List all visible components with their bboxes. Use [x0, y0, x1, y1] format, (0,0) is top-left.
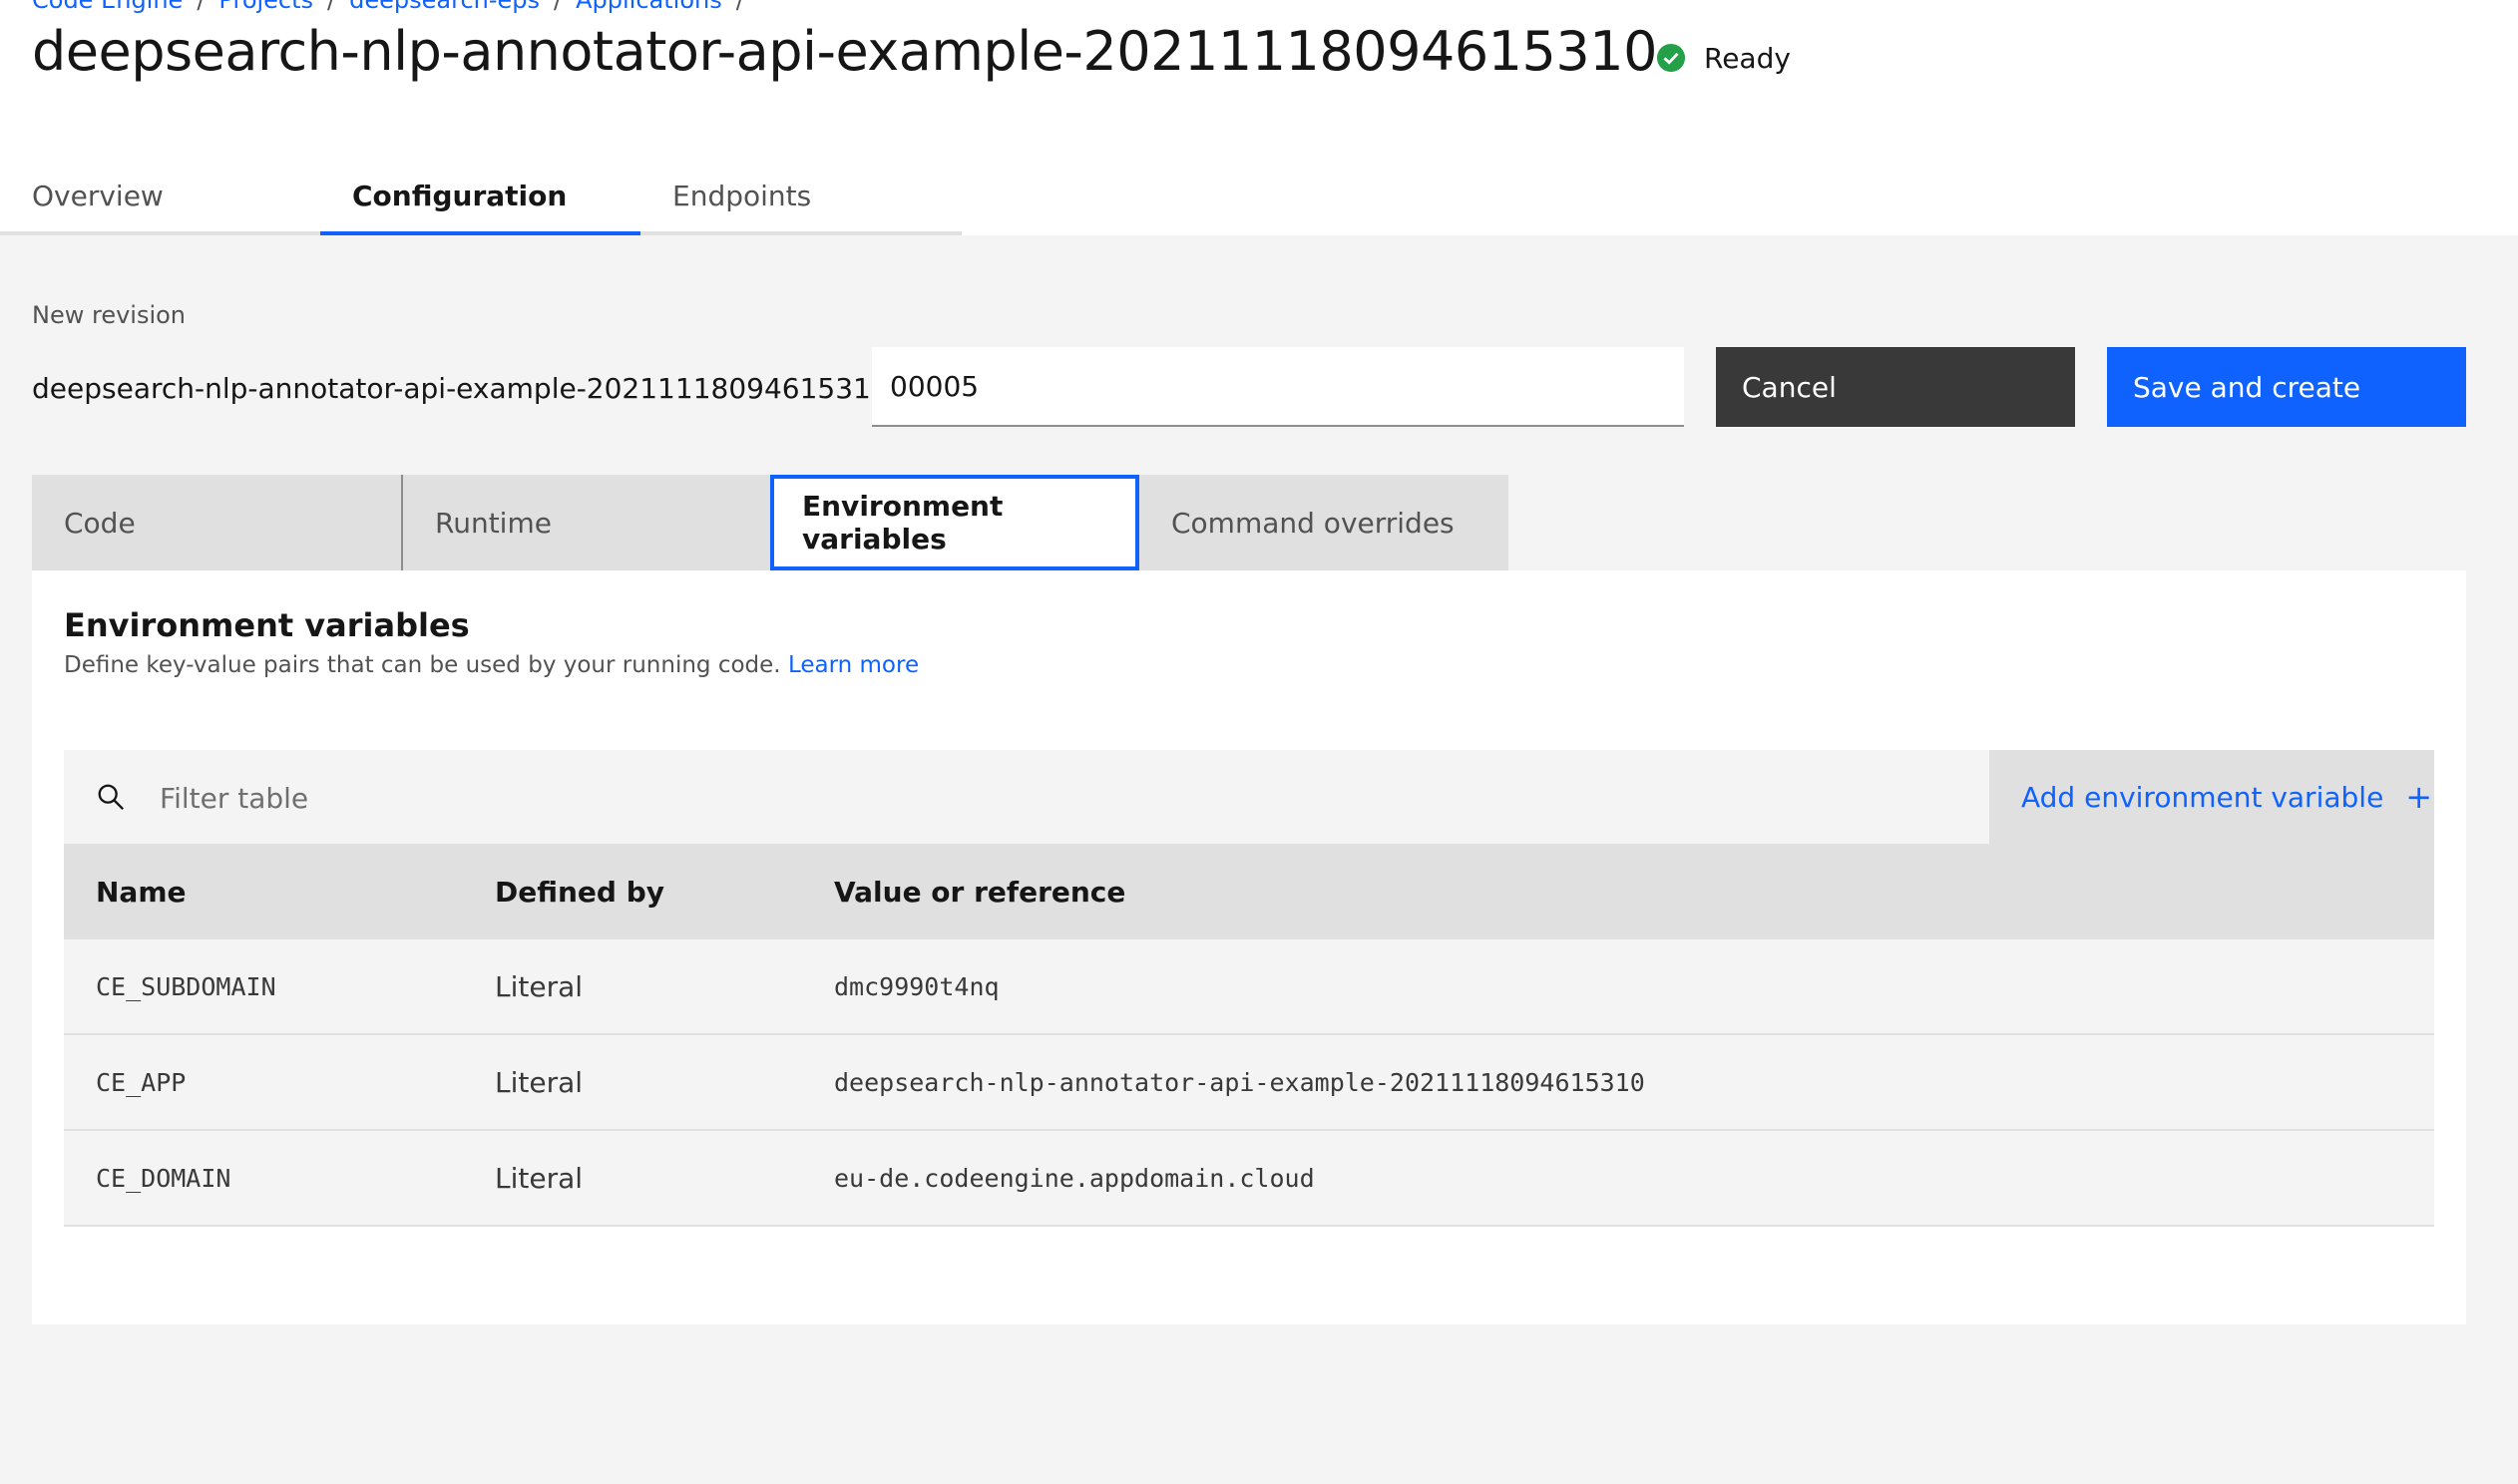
table-row[interactable]: CE_APP Literal deepsearch-nlp-annotator-… [64, 1035, 2434, 1131]
table-header: Name Defined by Value or reference [64, 844, 2434, 939]
subtab-code[interactable]: Code [32, 475, 401, 570]
status-badge: Ready [1656, 38, 1791, 78]
plus-icon: + [2405, 778, 2433, 816]
env-defined-by: Literal [495, 969, 584, 1003]
section-description: Define key-value pairs that can be used … [64, 652, 919, 678]
env-defined-by: Literal [495, 1065, 584, 1099]
env-value: eu-de.codeengine.appdomain.cloud [834, 1163, 1315, 1193]
env-defined-by: Literal [495, 1161, 584, 1195]
learn-more-link[interactable]: Learn more [788, 652, 919, 678]
save-and-create-button[interactable]: Save and create [2107, 347, 2466, 427]
tab-endpoints[interactable]: Endpoints [640, 162, 961, 235]
breadcrumb-separator: / [327, 0, 336, 14]
breadcrumb-code-engine[interactable]: Code Engine [32, 0, 183, 14]
tab-overview[interactable]: Overview [0, 162, 320, 235]
status-label: Ready [1704, 41, 1791, 75]
env-value: deepsearch-nlp-annotator-api-example-202… [834, 1067, 1645, 1097]
environment-variables-panel: Environment variables Define key-value p… [32, 570, 2466, 1324]
filter-table-input[interactable] [124, 750, 2017, 846]
revision-prefix: deepsearch-nlp-annotator-api-example-202… [32, 372, 899, 405]
env-name: CE_DOMAIN [96, 1163, 231, 1193]
env-name: CE_SUBDOMAIN [96, 971, 276, 1001]
description-text: Define key-value pairs that can be used … [64, 652, 781, 678]
app-tabs: Overview Configuration Endpoints [0, 162, 962, 235]
column-header-defined-by[interactable]: Defined by [495, 844, 664, 939]
subtab-environment-variables[interactable]: Environment variables [770, 475, 1139, 570]
page-header: Code Engine / Projects / deepsearch-eps / Appl… [0, 0, 2518, 235]
cancel-button[interactable]: Cancel [1716, 347, 2075, 427]
table-row[interactable]: CE_SUBDOMAIN Literal dmc9990t4nq [64, 939, 2434, 1035]
new-revision-label: New revision [32, 301, 187, 329]
check-circle-icon [1656, 43, 1686, 73]
tab-configuration[interactable]: Configuration [320, 162, 640, 235]
breadcrumb-projects[interactable]: Projects [218, 0, 313, 14]
breadcrumb-separator: / [197, 0, 206, 14]
revision-suffix-input[interactable] [872, 347, 1684, 427]
env-value: dmc9990t4nq [834, 971, 1000, 1001]
breadcrumb-applications[interactable]: Applications [576, 0, 722, 14]
subtab-command-overrides[interactable]: Command overrides [1139, 475, 1508, 570]
add-environment-variable-label: Add environment variable [2021, 780, 2384, 814]
add-environment-variable-button[interactable]: Add environment variable + [1989, 750, 2434, 844]
subtab-runtime[interactable]: Runtime [401, 475, 770, 570]
search-icon [98, 784, 125, 811]
column-header-value[interactable]: Value or reference [834, 844, 1125, 939]
breadcrumb-separator: / [554, 0, 563, 14]
breadcrumb-project[interactable]: deepsearch-eps [349, 0, 540, 14]
config-subtabs: Code Runtime Environment variables Comma… [32, 475, 1508, 570]
page-title: deepsearch-nlp-annotator-api-example-202… [32, 20, 1657, 83]
table-toolbar: Add environment variable + [64, 750, 2434, 846]
env-name: CE_APP [96, 1067, 187, 1097]
breadcrumb-separator: / [735, 0, 744, 14]
breadcrumb: Code Engine / Projects / deepsearch-eps / Appl… [32, 0, 758, 14]
table-row[interactable]: CE_DOMAIN Literal eu-de.codeengine.appdo… [64, 1131, 2434, 1227]
section-title: Environment variables [64, 606, 470, 644]
column-header-name[interactable]: Name [96, 844, 187, 939]
